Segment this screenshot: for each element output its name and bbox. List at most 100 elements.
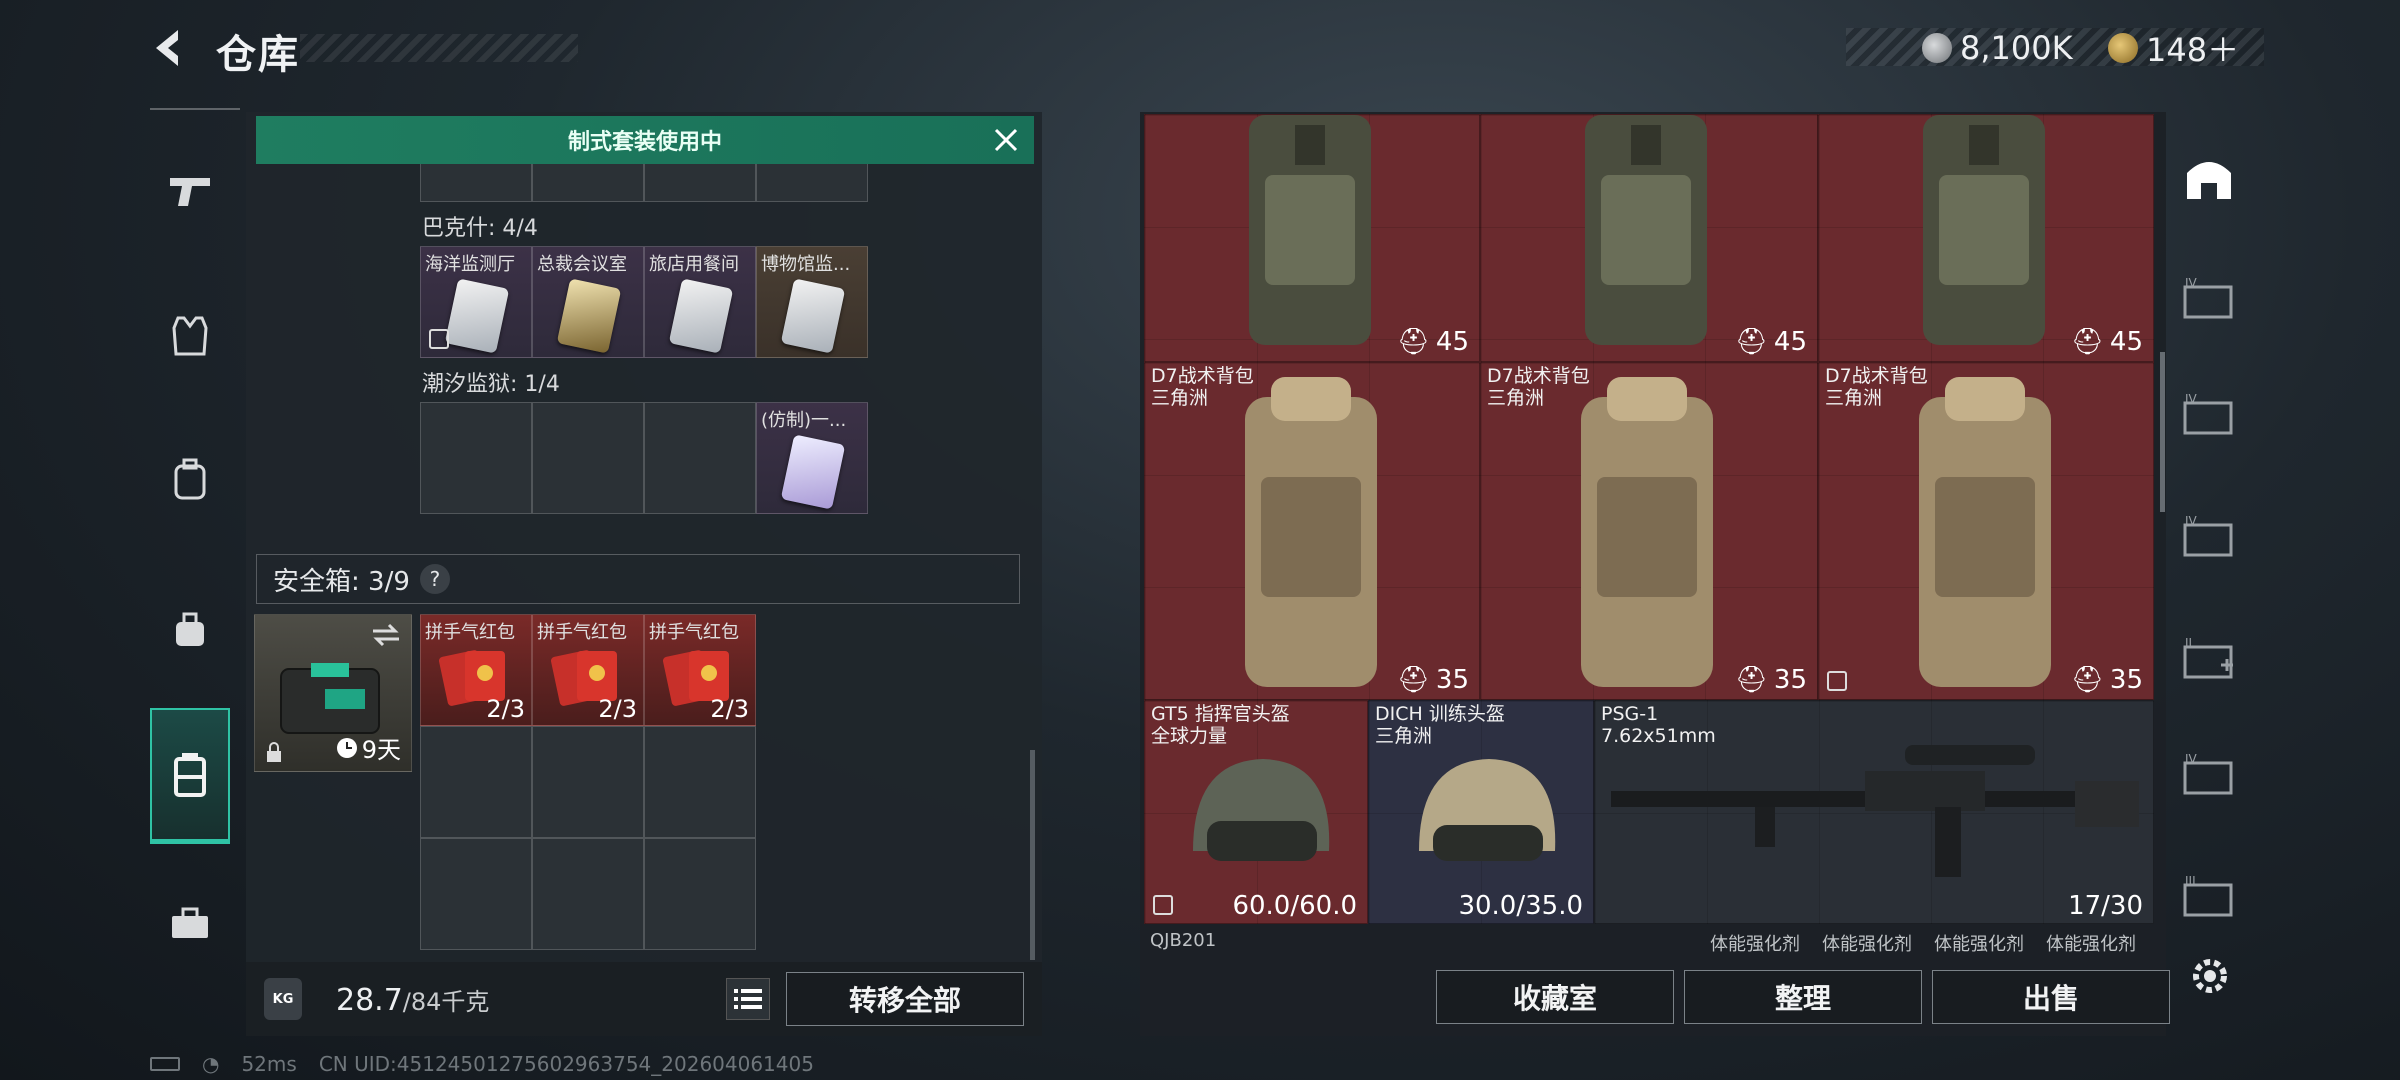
backpack-icon	[1585, 115, 1707, 345]
category-all[interactable]	[2178, 146, 2240, 208]
scrollbar[interactable]	[1030, 750, 1035, 960]
category-iii[interactable]: III	[2178, 866, 2240, 928]
keycard-slot[interactable]: 总裁会议室	[532, 246, 644, 358]
redpacket-item[interactable]: 拼手气红包 2/3	[532, 614, 644, 726]
weight-value: 28.7/84千克	[336, 982, 489, 1018]
category-iv-2[interactable]: IV	[2178, 384, 2240, 446]
bakesh-label: 巴克什: 4/4	[422, 216, 538, 241]
safebox-item[interactable]: 9天	[254, 614, 412, 772]
status-bar: ◔ 52ms CN UID:45124501275602963754_20260…	[150, 1052, 814, 1076]
backpack-item[interactable]: D7战术背包 三角洲 ⛑ 35	[1144, 362, 1480, 700]
card-slot-empty[interactable]	[532, 402, 644, 514]
stash-grid: ⛑ 45 ⛑ 45 ⛑ 45 D7战术背包 三角洲 ⛑ 35 D7战术背包 三角洲 ⛑ 35 …	[1144, 114, 2154, 956]
category-ii-medical[interactable]: II	[2178, 628, 2240, 690]
backpack-item[interactable]: D7战术背包 三角洲 ⛑ 35	[1480, 362, 1818, 700]
nav-safebox[interactable]	[150, 708, 230, 844]
left-category-nav	[150, 108, 240, 1008]
page-title: 仓库	[216, 32, 300, 78]
close-icon	[994, 128, 1018, 152]
toolbox-icon	[172, 907, 208, 938]
currency-triangle[interactable]: 148＋	[2108, 28, 2240, 69]
organize-button[interactable]: 整理	[1684, 970, 1922, 1024]
item-name: PSG-1 7.62x51mm	[1601, 703, 1716, 747]
safebox-icon	[174, 752, 206, 797]
safebox-days: 9天	[361, 736, 401, 764]
currency-hafu[interactable]: 8,100K	[1922, 28, 2073, 68]
settings-button[interactable]	[2186, 952, 2234, 1000]
category-iv-3[interactable]: IV	[2178, 506, 2240, 568]
card-slot[interactable]	[532, 164, 644, 202]
card-slot-empty[interactable]	[644, 402, 756, 514]
card-slot[interactable]	[420, 164, 532, 202]
card-slot[interactable]	[644, 164, 756, 202]
category-iv-4[interactable]: IV	[2178, 744, 2240, 806]
pistol-icon	[170, 178, 210, 206]
weight-lock-icon: ⛑	[1734, 327, 1768, 357]
stim-label: 体能强化剂	[1710, 934, 1800, 955]
gear-icon	[2193, 959, 2227, 993]
durability-value: 35	[1435, 665, 1469, 695]
durability-value: 45	[1773, 327, 1807, 357]
nav-backpack[interactable]	[150, 440, 230, 520]
battery-icon	[150, 1057, 180, 1071]
safebox-slot[interactable]	[644, 838, 756, 950]
backpack-item[interactable]: ⛑ 45	[1818, 114, 2154, 362]
item-title: D7战术背包	[1825, 365, 1928, 387]
svg-text:III: III	[2185, 874, 2196, 888]
keycard-slot[interactable]: 博物馆监...	[756, 246, 868, 358]
backpack-item[interactable]: ⛑ 45	[1480, 114, 1818, 362]
helmet-item[interactable]: GT5 指挥官头盔 全球力量 60.0/60.0	[1144, 700, 1368, 924]
safebox-slot[interactable]	[532, 726, 644, 838]
item-name: D7战术背包 三角洲	[1151, 365, 1254, 409]
item-name: D7战术背包 三角洲	[1825, 365, 1928, 409]
backpack-item[interactable]: D7战术背包 三角洲 ⛑ 35	[1818, 362, 2154, 700]
card-slot-empty[interactable]	[420, 402, 532, 514]
clock-icon	[336, 737, 357, 758]
transfer-all-button[interactable]: 转移全部	[786, 972, 1024, 1026]
safebox-slot[interactable]	[420, 726, 532, 838]
helmet-item[interactable]: DICH 训练头盔 三角洲 30.0/35.0	[1368, 700, 1594, 924]
keycard-label: 海洋监测厅	[425, 254, 515, 275]
currency-triangle-value: 148＋	[2146, 31, 2240, 69]
help-button[interactable]: ?	[419, 564, 450, 594]
redpacket-item[interactable]: 拼手气红包 2/3	[644, 614, 756, 726]
redpacket-item[interactable]: 拼手气红包 2/3	[420, 614, 532, 726]
collection-button[interactable]: 收藏室	[1436, 970, 1674, 1024]
list-view-button[interactable]	[726, 978, 770, 1020]
card-slot[interactable]	[756, 164, 868, 202]
category-iv-1[interactable]: IV	[2178, 268, 2240, 330]
back-button[interactable]	[148, 26, 192, 70]
item-count: 2/3	[486, 695, 525, 723]
nav-bag[interactable]	[150, 590, 230, 670]
keycard-label: 总裁会议室	[537, 254, 627, 275]
sell-button[interactable]: 出售	[1932, 970, 2170, 1024]
no-trade-icon	[1153, 895, 1173, 915]
scrollbar[interactable]	[2160, 352, 2165, 512]
safebox-slot[interactable]	[420, 838, 532, 950]
banner-text: 制式套装使用中	[567, 130, 722, 155]
durability-value: 35	[2109, 665, 2143, 695]
swap-icon[interactable]	[371, 623, 401, 647]
bag-icon	[176, 612, 204, 646]
durability-value: 60.0/60.0	[1232, 891, 1357, 921]
keycard-icon	[556, 278, 622, 354]
close-button[interactable]	[990, 124, 1022, 156]
rifle-item[interactable]: PSG-1 7.62x51mm 17/30	[1594, 700, 2154, 924]
backpack-item[interactable]: ⛑ 45	[1144, 114, 1480, 362]
safebox-slot[interactable]	[644, 726, 756, 838]
keycard-slot[interactable]: 旅店用餐间	[644, 246, 756, 358]
nav-weapons[interactable]	[150, 150, 230, 230]
backpack-icon	[1581, 377, 1713, 687]
title-decoration	[300, 34, 578, 62]
safebox-case-icon	[280, 663, 380, 734]
weight-current: 28.7	[336, 983, 403, 1018]
nav-toolbox[interactable]	[150, 884, 230, 964]
safebox-slot[interactable]	[532, 838, 644, 950]
svg-text:IV: IV	[2185, 392, 2198, 406]
keycard-slot[interactable]: (仿制)一...	[756, 402, 868, 514]
currency-hafu-value: 8,100K	[1960, 29, 2073, 67]
partial-item-name: QJB201	[1150, 930, 1217, 951]
keycard-slot[interactable]: 海洋监测厅	[420, 246, 532, 358]
nav-armor[interactable]	[150, 296, 230, 376]
item-count: ⛑ 35	[1397, 665, 1469, 695]
